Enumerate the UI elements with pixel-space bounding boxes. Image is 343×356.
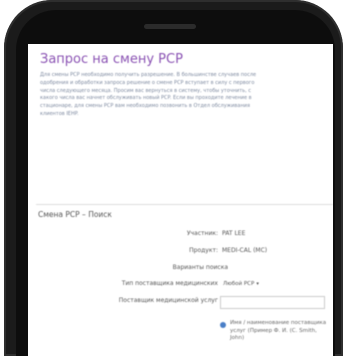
intro-text: Для смены PCP необходимо получить разреш… xyxy=(40,72,257,117)
provider-type-label: Тип поставщика медицинских xyxy=(121,280,218,287)
section-divider xyxy=(36,204,333,205)
phone-speaker xyxy=(144,24,196,29)
product-value: MEDI-CAL (MC) xyxy=(222,247,268,254)
provider-type-select[interactable]: Любой PCP ▾ xyxy=(220,279,262,289)
radio-button-selected[interactable] xyxy=(220,322,226,328)
search-options-label: Варианты поиска xyxy=(172,264,228,271)
member-label: Участник: xyxy=(186,230,218,237)
provider-type-value: Любой PCP xyxy=(223,281,255,287)
page-content: Запрос на смену PCP Для смены PCP необхо… xyxy=(28,44,333,356)
page-title: Запрос на смену PCP xyxy=(40,52,183,67)
provider-name-option-label: Имя / наименование поставщика услуг (При… xyxy=(230,320,327,341)
chevron-down-icon: ▾ xyxy=(256,281,259,287)
provider-label: Поставщик медицинской услуг xyxy=(118,297,218,304)
phone-screen: Запрос на смену PCP Для смены PCP необхо… xyxy=(28,44,333,356)
search-section-title: Смена PCP – Поиск xyxy=(38,210,112,219)
provider-search-input[interactable] xyxy=(220,296,325,309)
member-value: PAT LEE xyxy=(222,230,246,237)
product-label: Продукт: xyxy=(189,247,218,254)
